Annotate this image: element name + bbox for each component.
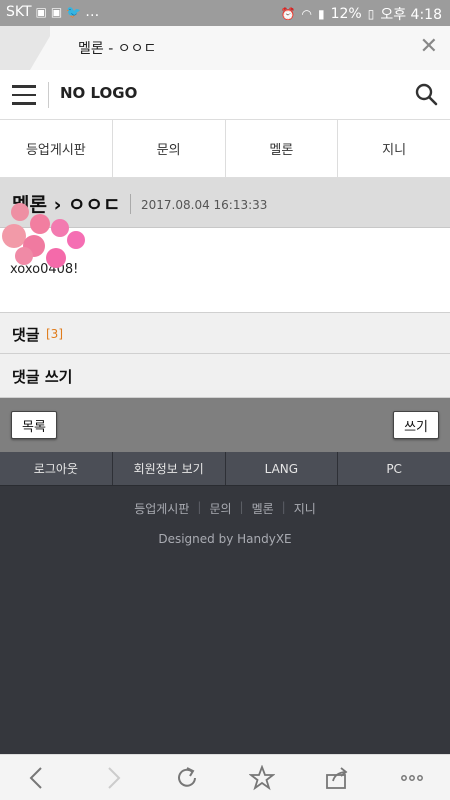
- tab-title: 멜론 - ㅇㅇㄷ: [78, 41, 157, 57]
- paw-sticker-icon: [2, 203, 85, 268]
- notification-icon: ▣: [50, 5, 63, 19]
- clock: 오후 4:18: [380, 7, 442, 23]
- refresh-icon[interactable]: [174, 765, 200, 791]
- member-info-link[interactable]: 회원정보 보기: [113, 452, 226, 485]
- carrier-label: SKT: [6, 4, 32, 20]
- list-button[interactable]: 목록: [11, 411, 57, 439]
- nav-item-genie[interactable]: 지니: [338, 120, 450, 177]
- footer-link-inquiry[interactable]: 문의: [201, 500, 239, 517]
- footer-credit: Designed by HandyXE: [158, 532, 292, 546]
- more-notifications-icon: …: [85, 4, 100, 20]
- footer-nav: 로그아웃 회원정보 보기 LANG PC: [0, 452, 450, 486]
- battery-level: 12%: [330, 6, 362, 22]
- browser-tab[interactable]: 멜론 - ㅇㅇㄷ ✕: [50, 26, 450, 70]
- nav-item-melon[interactable]: 멜론: [226, 120, 339, 177]
- site-header: NO LOGO: [0, 70, 450, 120]
- header-divider: [48, 82, 49, 108]
- write-comment-header[interactable]: 댓글 쓰기: [0, 354, 450, 398]
- site-logo[interactable]: NO LOGO: [60, 84, 137, 102]
- back-icon[interactable]: [24, 765, 50, 791]
- write-comment-label: 댓글 쓰기: [12, 368, 73, 386]
- forward-icon[interactable]: [100, 765, 126, 791]
- action-bar: 목록 쓰기: [0, 398, 450, 452]
- share-icon[interactable]: [324, 765, 350, 791]
- menu-icon[interactable]: [12, 85, 36, 105]
- bookmark-star-icon[interactable]: [249, 765, 275, 791]
- comments-header[interactable]: 댓글 [3]: [0, 312, 450, 354]
- nav-item-upgrade-board[interactable]: 등업게시판: [0, 120, 113, 177]
- footer-link-genie[interactable]: 지니: [286, 500, 324, 517]
- status-bar: SKT ▣ ▣ 🐦 … ⏰ ◠ ▮ 12% ▯ 오후 4:18: [0, 0, 450, 26]
- alarm-icon: ⏰: [280, 7, 296, 21]
- nav-item-inquiry[interactable]: 문의: [113, 120, 226, 177]
- wifi-icon: ◠: [301, 7, 312, 21]
- battery-icon: ▯: [367, 7, 375, 21]
- close-icon[interactable]: ✕: [420, 34, 438, 59]
- twitter-icon: 🐦: [66, 5, 82, 19]
- comment-count: [3]: [46, 327, 63, 341]
- browser-toolbar: [0, 754, 450, 800]
- language-link[interactable]: LANG: [226, 452, 339, 485]
- comments-label: 댓글: [12, 326, 40, 344]
- write-button[interactable]: 쓰기: [393, 411, 439, 439]
- search-icon[interactable]: [414, 82, 438, 106]
- browser-tab-bar: 멜론 - ㅇㅇㄷ ✕: [0, 26, 450, 70]
- footer-link-upgrade-board[interactable]: 등업게시판: [126, 500, 197, 517]
- pc-version-link[interactable]: PC: [338, 452, 450, 485]
- signal-icon: ▮: [318, 7, 325, 21]
- more-options-icon[interactable]: [399, 765, 425, 791]
- logout-link[interactable]: 로그아웃: [0, 452, 113, 485]
- notification-icon: ▣: [35, 5, 47, 19]
- post-header-divider: [130, 194, 131, 214]
- category-nav: 등업게시판 문의 멜론 지니: [0, 120, 450, 178]
- footer-link-melon[interactable]: 멜론: [244, 500, 282, 517]
- post-date: 2017.08.04 16:13:33: [141, 198, 268, 212]
- footer-links: 등업게시판 | 문의 | 멜론 | 지니: [0, 500, 450, 517]
